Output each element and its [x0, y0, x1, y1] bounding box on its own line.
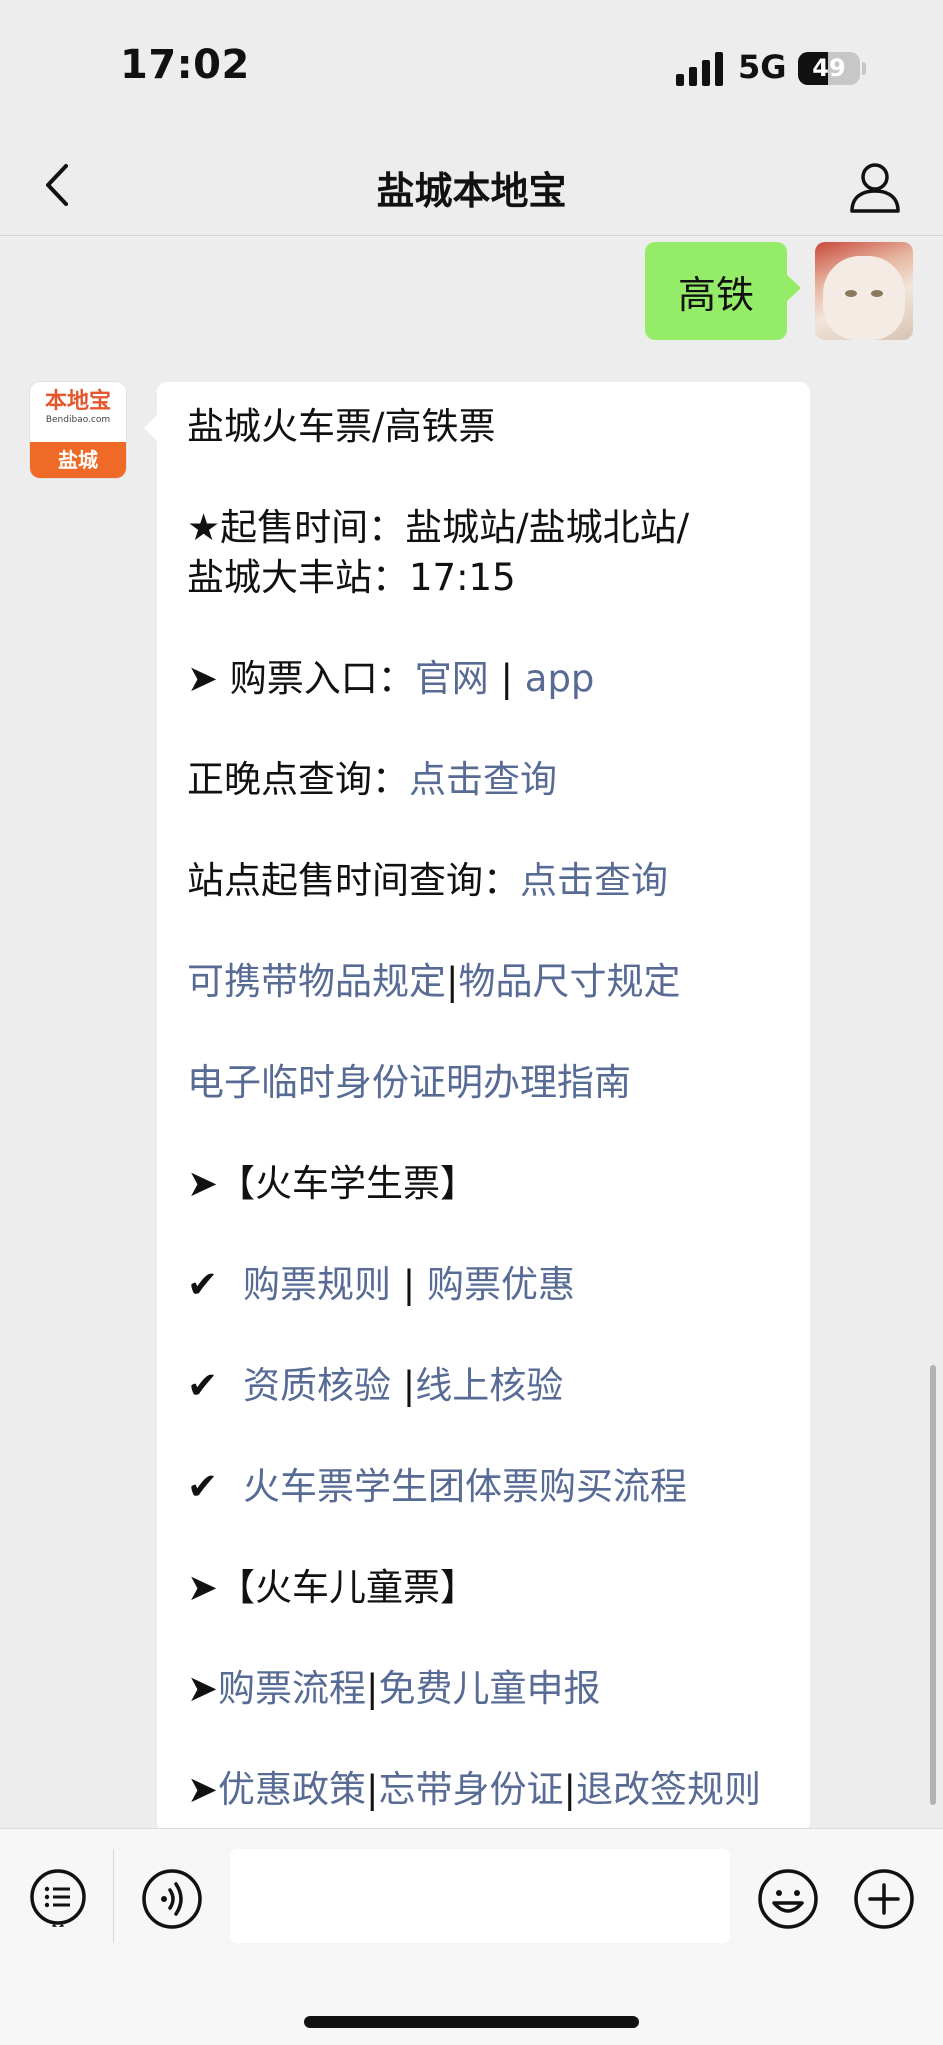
sale-time-line1: ★起售时间：盐城站/盐城北站/ — [187, 506, 690, 549]
arrow-icon: ➤ — [187, 1768, 219, 1811]
status-time: 17:02 — [120, 42, 250, 88]
eid-guide-link[interactable]: 电子临时身份证明办理指南 — [187, 1061, 631, 1104]
punctuality-query-link[interactable]: 点击查询 — [409, 758, 557, 801]
student-rules-row: ✔ 购票规则 | 购票优惠 — [187, 1260, 788, 1310]
bot-avatar-logo: 本地宝 Bendibao.com — [30, 382, 126, 442]
outgoing-message-text: 高铁 — [677, 272, 754, 317]
incoming-message: 盐城火车票/高铁票 ★起售时间：盐城站/盐城北站/ 盐城大丰站：17:15 ➤ … — [157, 382, 810, 1832]
items-separator: | — [446, 960, 459, 1003]
item-size-link[interactable]: 物品尺寸规定 — [458, 960, 680, 1003]
station-time-label: 站点起售时间查询： — [187, 859, 520, 902]
plus-icon[interactable] — [852, 1867, 916, 1931]
items-rules: 可携带物品规定|物品尺寸规定 — [187, 957, 788, 1007]
buy-entry-label: ➤ 购票入口： — [187, 657, 415, 700]
child-separator: | — [366, 1667, 379, 1710]
station-time-query-link[interactable]: 点击查询 — [520, 859, 668, 902]
online-check-link[interactable]: 线上核验 — [415, 1364, 563, 1407]
input-bar — [0, 1828, 943, 2045]
carry-items-link[interactable]: 可携带物品规定 — [187, 960, 446, 1003]
check-icon: ✔ — [187, 1263, 219, 1306]
official-site-link[interactable]: 官网 — [415, 657, 489, 700]
outgoing-message[interactable]: 高铁 — [645, 242, 801, 340]
group-ticket-link[interactable]: 火车票学生团体票购买流程 — [243, 1465, 687, 1508]
bot-avatar-city: 盐城 — [30, 442, 126, 478]
bot-avatar[interactable]: 本地宝 Bendibao.com 盐城 — [30, 382, 126, 478]
sale-time: ★起售时间：盐城站/盐城北站/ 盐城大丰站：17:15 — [187, 503, 788, 603]
buy-entry-separator: | — [488, 657, 525, 700]
input-divider — [113, 1849, 114, 1943]
punctuality-query: 正晚点查询：点击查询 — [187, 755, 788, 805]
policy-separator: | — [366, 1768, 379, 1811]
student-rule-link[interactable]: 购票规则 — [243, 1263, 391, 1306]
message-input[interactable] — [230, 1849, 730, 1943]
child-flow-link[interactable]: 购票流程 — [218, 1667, 366, 1710]
reply-title: 盐城火车票/高铁票 — [187, 405, 496, 448]
policy-link[interactable]: 优惠政策 — [218, 1768, 366, 1811]
check-icon: ✔ — [187, 1465, 219, 1508]
user-avatar[interactable] — [815, 242, 913, 340]
battery-icon: 49 — [798, 52, 860, 85]
buy-entry: ➤ 购票入口：官网 | app — [187, 654, 788, 704]
student-discount-link[interactable]: 购票优惠 — [427, 1263, 575, 1306]
emoji-icon[interactable] — [756, 1867, 820, 1931]
child-flow-row: ➤购票流程|免费儿童申报 — [187, 1664, 788, 1714]
nav-bar: 盐城本地宝 — [0, 140, 943, 236]
qualification-check-link[interactable]: 资质核验 — [243, 1364, 391, 1407]
student-ticket-header: ➤【火车学生票】 — [187, 1162, 478, 1205]
child-ticket-header: ➤【火车儿童票】 — [187, 1566, 478, 1609]
cat-eye-right — [871, 290, 883, 297]
cat-eye-left — [845, 290, 857, 297]
signal-icon — [676, 52, 723, 86]
page-title: 盐城本地宝 — [376, 169, 567, 213]
bot-avatar-brand: 本地宝 — [44, 389, 111, 414]
scrollbar[interactable] — [930, 1365, 936, 1805]
app-link[interactable]: app — [525, 657, 595, 700]
status-bar: 17:02 5G 49 — [0, 0, 943, 140]
eid-guide: 电子临时身份证明办理指南 — [187, 1058, 788, 1108]
check-icon: ✔ — [187, 1364, 219, 1407]
qualification-separator: | — [391, 1364, 416, 1407]
bot-avatar-domain: Bendibao.com — [45, 415, 111, 425]
battery-tip — [862, 62, 866, 75]
network-type: 5G — [738, 48, 787, 86]
refund-separator: | — [563, 1768, 576, 1811]
home-indicator[interactable] — [304, 2016, 639, 2028]
policy-row: ➤优惠政策|忘带身份证|退改签规则 — [187, 1765, 788, 1815]
arrow-icon: ➤ — [187, 1667, 219, 1710]
incoming-bubble-tail — [144, 414, 158, 442]
refund-rules-link[interactable]: 退改签规则 — [576, 1768, 761, 1811]
forgot-id-link[interactable]: 忘带身份证 — [378, 1768, 563, 1811]
message-content: 盐城火车票/高铁票 ★起售时间：盐城站/盐城北站/ 盐城大丰站：17:15 ➤ … — [187, 402, 788, 1832]
station-time-query: 站点起售时间查询：点击查询 — [187, 856, 788, 906]
battery-percent: 49 — [812, 54, 846, 82]
list-menu-icon[interactable] — [28, 1867, 88, 1927]
voice-icon[interactable] — [140, 1867, 204, 1931]
punctuality-label: 正晚点查询： — [187, 758, 409, 801]
sale-time-line2: 盐城大丰站：17:15 — [187, 556, 516, 599]
qualification-row: ✔ 资质核验 |线上核验 — [187, 1361, 788, 1411]
student-separator: | — [391, 1263, 427, 1306]
free-child-link[interactable]: 免费儿童申报 — [378, 1667, 600, 1710]
cat-face — [823, 256, 905, 340]
person-icon[interactable] — [846, 158, 904, 216]
group-ticket-row: ✔ 火车票学生团体票购买流程 — [187, 1462, 788, 1512]
